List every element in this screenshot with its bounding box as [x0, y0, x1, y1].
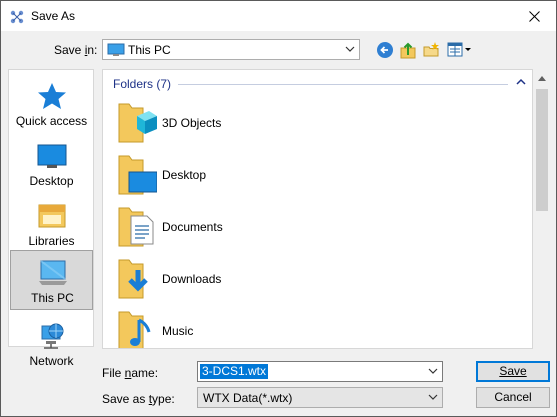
scroll-up-icon[interactable] — [538, 75, 546, 81]
item-label: Downloads — [162, 272, 222, 286]
save-as-type-value: WTX Data(*.wtx) — [203, 391, 293, 405]
file-name-value[interactable]: 3-DCS1.wtx — [200, 364, 269, 379]
desktop-icon — [37, 144, 67, 168]
computer-icon — [107, 43, 125, 56]
chevron-up-icon[interactable] — [516, 78, 526, 86]
group-header[interactable]: Folders (7) — [113, 77, 171, 91]
place-label: Network — [29, 354, 74, 368]
place-quick-access[interactable]: Quick access — [10, 74, 93, 132]
list-item[interactable]: Desktop — [117, 150, 417, 198]
place-label: Quick access — [15, 114, 88, 128]
item-label: Desktop — [162, 168, 207, 182]
up-folder-icon[interactable] — [399, 41, 417, 59]
save-button[interactable]: Save — [476, 361, 550, 382]
music-folder-icon — [118, 311, 151, 348]
3d-objects-folder-icon — [118, 103, 157, 143]
place-this-pc[interactable]: This PC — [10, 250, 93, 310]
cancel-button-label: Cancel — [494, 390, 532, 404]
file-name-field[interactable]: 3-DCS1.wtx — [197, 361, 443, 382]
view-menu-icon[interactable] — [447, 41, 473, 59]
list-item[interactable]: Music — [117, 306, 417, 348]
documents-folder-icon — [118, 207, 154, 247]
chevron-down-icon — [428, 394, 438, 400]
place-libraries[interactable]: Libraries — [10, 194, 93, 252]
file-name-label: File name: — [102, 366, 159, 380]
title-bar[interactable]: Save As — [1, 1, 556, 31]
save-in-dropdown[interactable]: This PC — [102, 39, 360, 60]
computer-icon — [39, 260, 67, 285]
new-folder-icon[interactable] — [422, 41, 440, 59]
place-label: This PC — [31, 291, 74, 305]
list-item[interactable]: 3D Objects — [117, 98, 417, 146]
network-icon — [41, 323, 64, 349]
place-label: Libraries — [28, 234, 75, 248]
cancel-button[interactable]: Cancel — [476, 387, 550, 408]
chevron-down-icon — [345, 46, 355, 52]
back-arrow-icon[interactable] — [376, 41, 394, 59]
list-item[interactable]: Downloads — [117, 254, 417, 302]
save-as-dialog: Save As Save in: This PC Quick access De… — [0, 0, 557, 417]
save-as-type-dropdown[interactable]: WTX Data(*.wtx) — [197, 387, 443, 408]
window-title: Save As — [31, 9, 76, 23]
file-list[interactable]: Folders (7) 3D Objects Desktop Documents… — [102, 69, 533, 349]
desktop-folder-icon — [118, 155, 157, 195]
group-divider — [178, 84, 508, 85]
item-label: 3D Objects — [162, 116, 222, 130]
close-button[interactable] — [512, 1, 556, 31]
library-icon — [38, 204, 66, 228]
vertical-scrollbar[interactable] — [534, 69, 550, 349]
downloads-folder-icon — [118, 259, 148, 299]
chevron-down-icon[interactable] — [428, 367, 438, 375]
place-network[interactable]: Network — [10, 314, 93, 372]
list-item[interactable]: Documents — [117, 202, 417, 250]
item-label: Documents — [162, 220, 223, 234]
scrollbar-thumb[interactable] — [536, 89, 548, 211]
save-in-value: This PC — [128, 43, 171, 57]
app-icon — [10, 10, 24, 24]
save-as-type-label: Save as type: — [102, 392, 175, 406]
star-icon — [38, 83, 66, 109]
places-bar: Quick access Desktop Libraries This PC N… — [8, 69, 94, 368]
save-button-label: Save — [499, 364, 527, 378]
save-in-label: Save in: — [54, 43, 98, 57]
close-icon — [528, 10, 540, 22]
place-label: Desktop — [29, 174, 74, 188]
item-label: Music — [162, 324, 194, 338]
place-desktop[interactable]: Desktop — [10, 134, 93, 192]
